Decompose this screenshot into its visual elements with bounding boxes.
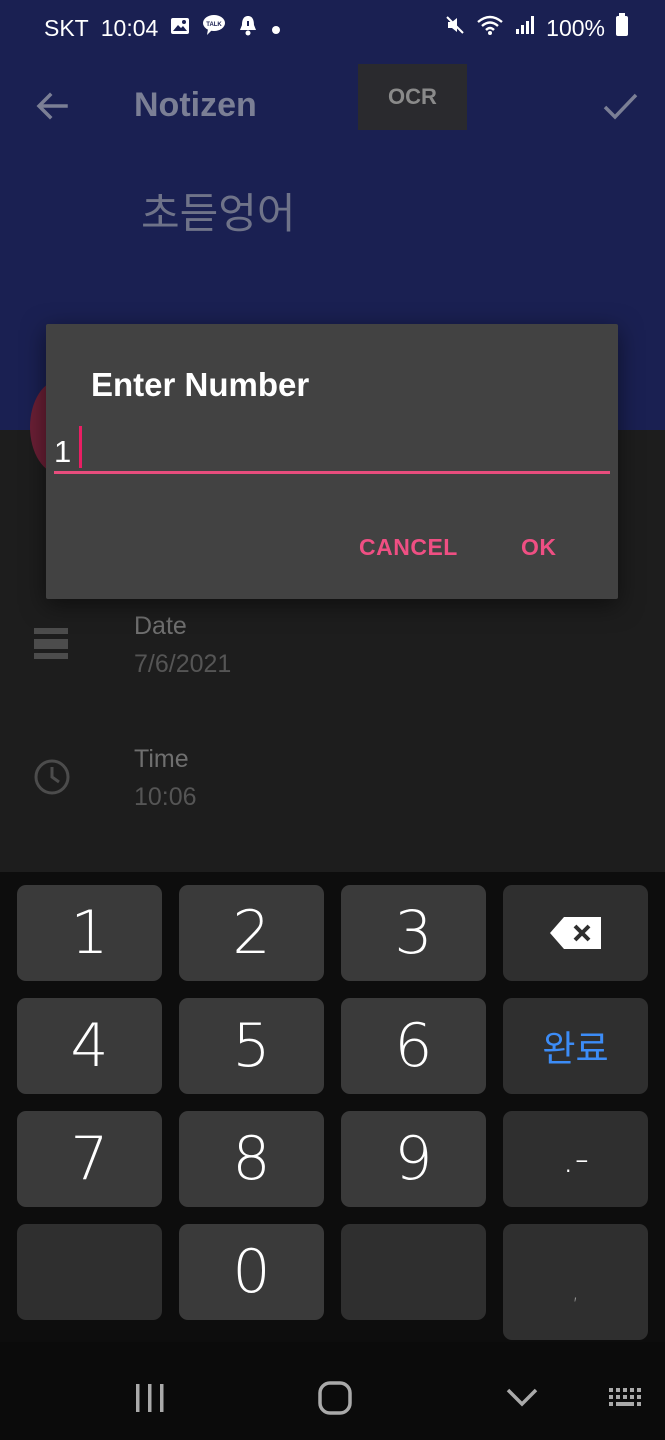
key-2[interactable]: 2 [179,885,324,981]
key-1[interactable]: 1 [17,885,162,981]
input-underline [54,471,610,474]
empty-key-right [341,1224,486,1320]
ok-button[interactable]: OK [521,534,557,561]
check-icon[interactable] [598,84,642,128]
note-title[interactable]: 초듣엉어 [141,180,296,241]
status-bar: SKT 10:04 TALK 100% [0,0,665,56]
comma-key[interactable]: , [503,1224,648,1340]
enter-number-dialog: Enter Number 1 CANCEL OK [46,324,618,599]
key-0[interactable]: 0 [179,1224,324,1320]
keyboard-switch-icon[interactable] [607,1384,647,1419]
battery-icon [615,13,629,43]
clock-icon [30,755,74,799]
wifi-icon [476,14,504,42]
calendar-icon [30,622,74,666]
dialog-title: Enter Number [91,366,310,403]
hide-keyboard-icon[interactable] [502,1382,542,1417]
dot-dash-key[interactable]: .- [503,1111,648,1207]
ocr-button[interactable]: OCR [358,64,467,130]
battery-percent: 100% [546,14,605,41]
status-right: 100% [444,13,629,43]
home-icon[interactable] [315,1380,355,1421]
status-left: SKT 10:04 TALK [44,14,282,42]
signal-icon [514,14,536,42]
dot-icon [270,15,282,42]
key-8[interactable]: 8 [179,1111,324,1207]
empty-key-left [17,1224,162,1320]
date-value[interactable]: 7/6/2021 [134,650,231,679]
numeric-keyboard: 1 2 3 4 5 6 완료 7 8 9 .- 0 , [0,872,665,1342]
key-4[interactable]: 4 [17,998,162,1094]
text-caret [79,426,82,468]
date-label: Date [134,612,187,640]
backspace-icon [549,917,601,949]
time-value[interactable]: 10:06 [134,783,197,812]
time-label: Time [134,745,189,773]
mute-icon [444,14,466,42]
image-icon [170,15,190,42]
talk-icon: TALK [202,14,226,42]
alarm-icon [238,14,258,42]
carrier: SKT [44,14,89,41]
key-3[interactable]: 3 [341,885,486,981]
done-key[interactable]: 완료 [503,998,648,1094]
status-time: 10:04 [100,14,159,41]
navigation-bar [0,1342,665,1440]
key-7[interactable]: 7 [17,1111,162,1207]
svg-text:TALK: TALK [207,22,223,28]
recent-apps-icon[interactable] [130,1380,170,1421]
backspace-key[interactable] [503,885,648,981]
number-input[interactable]: 1 [54,422,610,474]
page-title: Notizen [134,86,257,124]
cancel-button[interactable]: CANCEL [359,534,458,561]
key-6[interactable]: 6 [341,998,486,1094]
back-arrow-icon[interactable] [30,84,74,128]
number-input-value[interactable]: 1 [54,434,71,470]
key-5[interactable]: 5 [179,998,324,1094]
key-9[interactable]: 9 [341,1111,486,1207]
